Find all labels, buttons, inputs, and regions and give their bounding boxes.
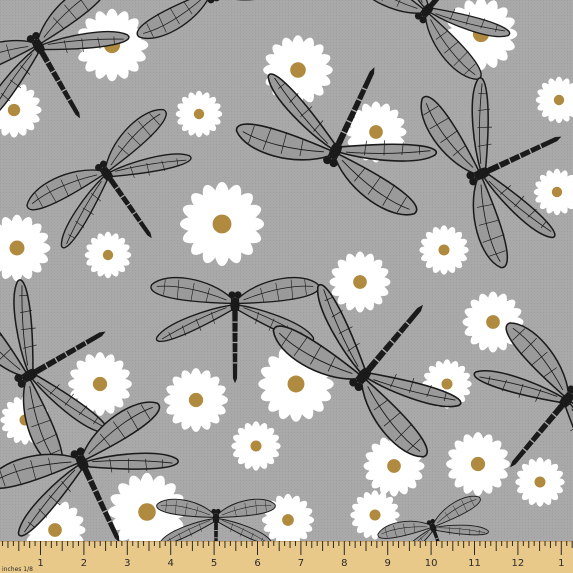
ruler-number: 7 <box>298 558 304 569</box>
daisy <box>179 181 265 267</box>
ruler-number: 5 <box>211 558 217 569</box>
fabric-swatch: 1 2 3 4 5 6 7 8 9 10 11 12 1 inches 1/8 <box>0 0 573 573</box>
ruler-number: 3 <box>124 558 130 569</box>
daisy <box>175 90 223 138</box>
ruler-number: 8 <box>341 558 347 569</box>
measuring-ruler: 1 2 3 4 5 6 7 8 9 10 11 12 1 inches 1/8 <box>0 541 573 573</box>
ruler-number: 1 <box>558 558 564 569</box>
daisy <box>446 432 510 496</box>
ruler-number: 9 <box>385 558 391 569</box>
daisy <box>419 225 469 275</box>
ruler-number: 12 <box>512 558 525 569</box>
daisy <box>84 231 132 279</box>
ruler-number: 11 <box>468 558 481 569</box>
daisy <box>263 35 333 105</box>
ruler-number: 1 <box>37 558 43 569</box>
ruler-number: 6 <box>254 558 260 569</box>
ruler-unit-label: inches 1/8 <box>2 566 33 573</box>
ruler-number: 10 <box>425 558 438 569</box>
ruler-number: 2 <box>81 558 87 569</box>
ruler-number: 4 <box>168 558 174 569</box>
daisy <box>164 368 228 432</box>
fabric-pattern <box>0 0 573 573</box>
daisy <box>329 251 391 313</box>
daisy <box>515 457 565 507</box>
daisy <box>231 421 281 471</box>
